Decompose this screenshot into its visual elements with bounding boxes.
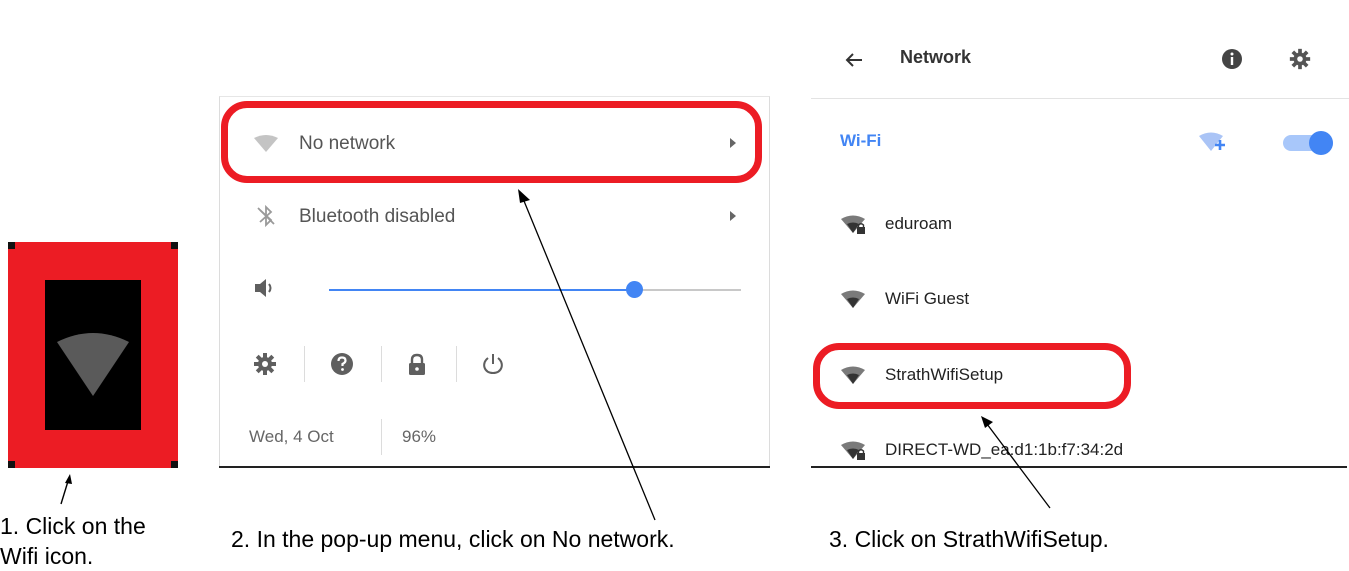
annotation-arrows <box>518 189 1051 521</box>
arrow-head <box>518 189 530 203</box>
step3-caption: 3. Click on StrathWifiSetup. <box>829 526 1109 552</box>
arrow-to-no-network <box>523 200 656 521</box>
arrow-to-strathwifisetup <box>986 423 1051 509</box>
step2-caption: 2. In the pop-up menu, click on No netwo… <box>231 526 675 552</box>
arrow-head <box>981 416 993 428</box>
